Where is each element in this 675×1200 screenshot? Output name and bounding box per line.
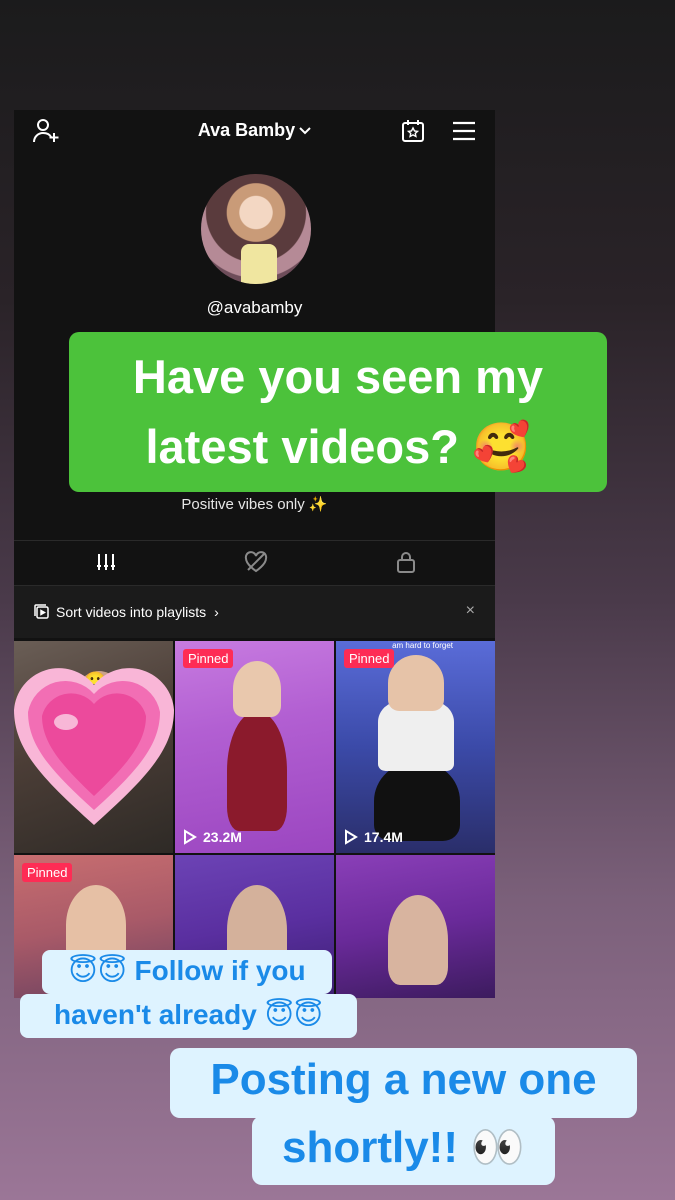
posting-line-1: Posting a new one (170, 1048, 637, 1118)
video-thumbnail[interactable]: am hard to forget Pinned 17.4M (336, 641, 495, 853)
playlist-icon (34, 604, 50, 623)
avatar[interactable] (201, 174, 311, 284)
play-icon (345, 829, 358, 845)
video-figure (388, 895, 448, 985)
headline-line-2: latest videos? 🥰 (145, 420, 531, 473)
chevron-down-icon (299, 124, 311, 139)
tiktok-profile-screen: Ava Bamby @avabamby Positive vibes only … (14, 110, 495, 998)
view-count: 17.4M (344, 829, 403, 845)
follow-line-2: haven't already 😇😇 (20, 994, 357, 1038)
close-icon[interactable]: × (466, 602, 475, 620)
profile-display-name: Ava Bamby (197, 120, 296, 140)
video-figure-shirt (378, 701, 454, 771)
tab-liked[interactable] (176, 541, 336, 587)
follow-line-1: 😇😇 Follow if you (42, 950, 332, 994)
profile-bio: Positive vibes only ✨ (181, 496, 328, 513)
video-figure-head (233, 661, 281, 717)
view-count-value: 17.4M (364, 829, 403, 845)
headline-sticker: Have you seen my latest videos? 🥰 (69, 332, 607, 492)
video-thumbnail[interactable]: Pinned 23.2M (175, 641, 334, 853)
tab-videos[interactable] (26, 541, 186, 588)
video-caption: am hard to forget (392, 641, 453, 650)
profile-tabs (14, 540, 495, 588)
video-figure-head (388, 655, 444, 711)
chevron-right-icon: › (214, 604, 219, 620)
pinned-badge: Pinned (183, 649, 234, 668)
headline-line-1: Have you seen my (132, 350, 544, 403)
profile-handle: @avabamby (206, 298, 303, 317)
pinned-badge: Pinned (22, 863, 73, 882)
posting-line-2: shortly!! 👀 (252, 1116, 555, 1185)
video-figure (227, 711, 287, 831)
pinned-badge: Pinned (344, 649, 395, 668)
play-icon (184, 829, 197, 845)
playlist-prompt-text: Sort videos into playlists (56, 604, 207, 620)
menu-icon[interactable] (447, 114, 481, 148)
video-thumbnail[interactable] (336, 855, 495, 998)
view-count: 23.2M (183, 829, 242, 845)
playlist-prompt-label: Sort videos into playlists › (56, 604, 219, 620)
tab-private[interactable] (326, 541, 486, 587)
calendar-star-icon[interactable] (396, 114, 430, 148)
follow-sticker: 😇😇 Follow if you haven't already 😇😇 (20, 950, 357, 1038)
private-lock-icon (396, 551, 416, 578)
top-bar: Ava Bamby (14, 110, 495, 150)
videos-grid-icon (95, 552, 117, 577)
view-count-value: 23.2M (203, 829, 242, 845)
heart-sticker (14, 668, 174, 825)
playlist-prompt[interactable]: Sort videos into playlists › × (14, 586, 495, 638)
liked-heart-icon (244, 550, 268, 578)
posting-sticker: Posting a new one shortly!! 👀 (170, 1048, 637, 1185)
